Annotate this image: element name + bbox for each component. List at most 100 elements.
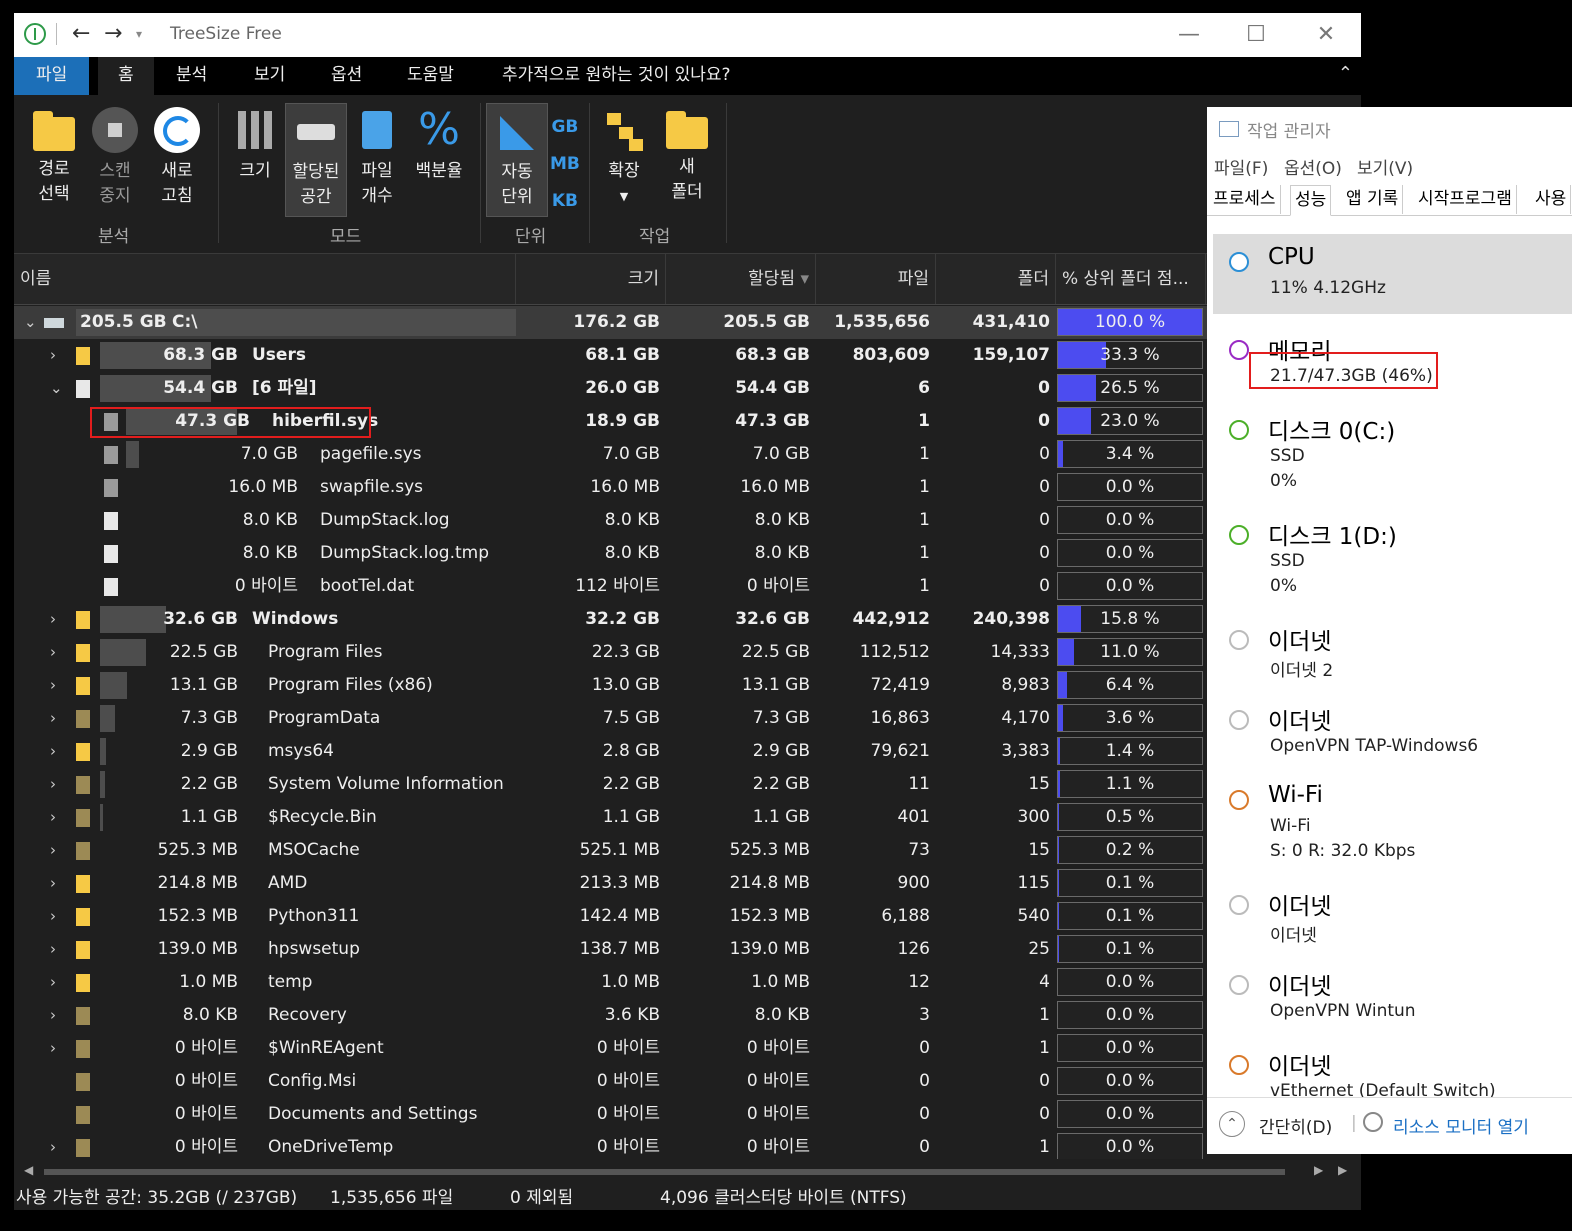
percent-button[interactable]: % 백분율 xyxy=(410,103,468,184)
tab-home[interactable]: 홈 xyxy=(98,57,154,95)
expand-chevron-icon[interactable]: › xyxy=(50,801,56,834)
table-row[interactable]: 16.0 MB swapfile.sys 16.0 MB 16.0 MB 1 0 0.0 % xyxy=(14,471,1361,504)
table-row[interactable]: › 8.0 KB Recovery 3.6 KB 8.0 KB 3 1 0.0 % xyxy=(14,999,1361,1032)
perf-item[interactable]: 이더넷 OpenVPN Wintun xyxy=(1213,957,1572,1033)
perf-item[interactable]: 디스크 0(C:) SSD 0% xyxy=(1213,402,1572,502)
table-row[interactable]: › 2.9 GB msys64 2.8 GB 2.9 GB 79,621 3,383 1.4 … xyxy=(14,735,1361,768)
table-row[interactable]: › 7.3 GB ProgramData 7.5 GB 7.3 GB 16,863 4,17… xyxy=(14,702,1361,735)
collapse-chevron-icon[interactable]: ⌄ xyxy=(50,372,63,405)
expand-chevron-icon[interactable]: › xyxy=(50,702,56,735)
column-name[interactable]: 이름 xyxy=(14,254,516,304)
table-row[interactable]: › 2.2 GB System Volume Information 2.2 GB 2.… xyxy=(14,768,1361,801)
expand-chevron-icon[interactable]: › xyxy=(50,867,56,900)
table-row[interactable]: 8.0 KB DumpStack.log 8.0 KB 8.0 KB 1 0 0.0 % xyxy=(14,504,1361,537)
stop-scan-button[interactable]: 스캔 중지 xyxy=(90,103,140,209)
perf-item[interactable]: 이더넷 이더넷 xyxy=(1213,877,1572,953)
perf-item[interactable]: 디스크 1(D:) SSD 0% xyxy=(1213,507,1572,607)
horizontal-scrollbar[interactable]: ◀ ▶ ▶ xyxy=(14,1161,1361,1183)
scroll-right-icon[interactable]: ▶ xyxy=(1314,1163,1323,1177)
perf-item[interactable]: Wi-Fi Wi-Fi S: 0 R: 32.0 Kbps xyxy=(1213,772,1572,872)
expand-chevron-icon[interactable]: › xyxy=(50,1032,56,1065)
auto-unit-button[interactable]: 자동 단위 xyxy=(486,103,548,217)
table-row[interactable]: ⌄ 54.4 GB [6 파일] 26.0 GB 54.4 GB 6 0 26.5 % xyxy=(14,372,1361,405)
column-allocated[interactable]: 할당됨 ▾ xyxy=(666,254,816,304)
collapse-chevron-icon[interactable]: ⌄ xyxy=(24,306,37,339)
size-mode-button[interactable]: 크기 xyxy=(230,103,280,184)
table-row[interactable]: › 0 바이트 $WinREAgent 0 바이트 0 바이트 0 1 0.0 % xyxy=(14,1032,1361,1065)
scroll-thumb[interactable] xyxy=(44,1169,1285,1175)
scroll-right-end-icon[interactable]: ▶ xyxy=(1338,1163,1347,1177)
unit-kb-button[interactable]: KB xyxy=(550,183,580,220)
expand-dropdown-icon[interactable]: ▼ xyxy=(599,184,649,209)
file-count-button[interactable]: 파일 개수 xyxy=(352,103,402,209)
allocated-space-button[interactable]: 할당된 공간 xyxy=(285,103,347,217)
collapse-ribbon-icon[interactable]: ⌃ xyxy=(1338,63,1353,84)
expand-chevron-icon[interactable]: › xyxy=(50,900,56,933)
expand-button[interactable]: 확장 ▼ xyxy=(599,103,649,209)
tm-menu-file[interactable]: 파일(F) xyxy=(1214,154,1268,179)
column-folders[interactable]: 폴더 xyxy=(936,254,1056,304)
unit-mb-button[interactable]: MB xyxy=(550,146,580,183)
tab-performance[interactable]: 성능 xyxy=(1290,185,1332,216)
column-percent[interactable]: % 상위 폴더 점... xyxy=(1056,254,1206,304)
open-resource-monitor-link[interactable]: 리소스 모니터 열기 xyxy=(1393,1113,1529,1138)
table-row[interactable]: › 214.8 MB AMD 213.3 MB 214.8 MB 900 115 0.1 % xyxy=(14,867,1361,900)
expand-chevron-icon[interactable]: › xyxy=(50,636,56,669)
tab-app-history[interactable]: 앱 기록 xyxy=(1342,185,1404,214)
column-size[interactable]: 크기 xyxy=(516,254,666,304)
expand-chevron-icon[interactable]: › xyxy=(50,603,56,636)
expand-chevron-icon[interactable]: › xyxy=(50,933,56,966)
table-row[interactable]: › 22.5 GB Program Files 22.3 GB 22.5 GB 112,5… xyxy=(14,636,1361,669)
table-row[interactable]: › 152.3 MB Python311 142.4 MB 152.3 MB 6,188 5… xyxy=(14,900,1361,933)
collapse-up-icon[interactable]: ⌃ xyxy=(1219,1111,1245,1137)
close-button[interactable]: ✕ xyxy=(1306,17,1346,53)
forward-arrow-icon[interactable]: → xyxy=(104,21,122,46)
unit-gb-button[interactable]: GB xyxy=(550,109,580,146)
new-folder-button[interactable]: 새 폴더 xyxy=(662,103,712,205)
expand-chevron-icon[interactable]: › xyxy=(50,999,56,1032)
table-row[interactable]: 0 바이트 Documents and Settings 0 바이트 0 바이트 0 0 0… xyxy=(14,1098,1361,1131)
minimize-button[interactable]: — xyxy=(1169,17,1209,53)
back-arrow-icon[interactable]: ← xyxy=(72,21,90,46)
tell-me-search[interactable]: 추가적으로 원하는 것이 있나요? xyxy=(502,57,731,95)
table-row[interactable]: › 1.0 MB temp 1.0 MB 1.0 MB 12 4 0.0 % xyxy=(14,966,1361,999)
perf-item[interactable]: 이더넷 OpenVPN TAP-Windows6 xyxy=(1213,692,1572,768)
tm-menu-options[interactable]: 옵션(O) xyxy=(1284,154,1342,179)
table-row[interactable]: 0 바이트 bootTel.dat 112 바이트 0 바이트 1 0 0.0 % xyxy=(14,570,1361,603)
tab-help[interactable]: 도움말 xyxy=(407,57,454,95)
tab-analyze[interactable]: 분석 xyxy=(176,57,207,95)
tab-view[interactable]: 보기 xyxy=(254,57,285,95)
table-row[interactable]: › 139.0 MB hpswsetup 138.7 MB 139.0 MB 126 25 0… xyxy=(14,933,1361,966)
tab-startup[interactable]: 시작프로그램 xyxy=(1414,185,1517,214)
table-row[interactable]: 7.0 GB pagefile.sys 7.0 GB 7.0 GB 1 0 3.4 % xyxy=(14,438,1361,471)
table-row[interactable]: › 32.6 GB Windows 32.2 GB 32.6 GB 442,912 240,… xyxy=(14,603,1361,636)
table-row[interactable]: › 1.1 GB $Recycle.Bin 1.1 GB 1.1 GB 401 300 0.5… xyxy=(14,801,1361,834)
tab-file[interactable]: 파일 xyxy=(14,57,90,95)
tab-users[interactable]: 사용 xyxy=(1531,185,1572,214)
perf-item[interactable]: CPU 11% 4.12GHz xyxy=(1213,234,1572,314)
scroll-left-icon[interactable]: ◀ xyxy=(24,1163,33,1177)
expand-chevron-icon[interactable]: › xyxy=(50,669,56,702)
refresh-button[interactable]: 새로 고침 xyxy=(152,103,202,209)
expand-chevron-icon[interactable]: › xyxy=(50,1131,56,1159)
table-row[interactable]: › 0 바이트 OneDriveTemp 0 바이트 0 바이트 0 1 0.0 % xyxy=(14,1131,1361,1159)
expand-chevron-icon[interactable]: › xyxy=(50,339,56,372)
table-row[interactable]: › 13.1 GB Program Files (x86) 13.0 GB 13.1 G… xyxy=(14,669,1361,702)
fewer-details-link[interactable]: 간단히(D) xyxy=(1259,1113,1332,1138)
expand-chevron-icon[interactable]: › xyxy=(50,768,56,801)
tm-menu-view[interactable]: 보기(V) xyxy=(1357,154,1413,179)
expand-chevron-icon[interactable]: › xyxy=(50,966,56,999)
table-row[interactable]: › 68.3 GB Users 68.1 GB 68.3 GB 803,609 159,10… xyxy=(14,339,1361,372)
select-path-button[interactable]: 경로 선택 xyxy=(28,103,80,207)
perf-item[interactable]: 이더넷 이더넷 2 xyxy=(1213,612,1572,688)
table-row[interactable]: 8.0 KB DumpStack.log.tmp 8.0 KB 8.0 KB 1 0 0.0… xyxy=(14,537,1361,570)
tab-processes[interactable]: 프로세스 xyxy=(1209,185,1281,214)
maximize-button[interactable]: ☐ xyxy=(1236,17,1276,53)
table-row[interactable]: ⌄ 205.5 GB C:\ 176.2 GB 205.5 GB 1,535,656 431… xyxy=(14,306,1361,339)
table-row[interactable]: 0 바이트 Config.Msi 0 바이트 0 바이트 0 0 0.0 % xyxy=(14,1065,1361,1098)
quick-access-dropdown-icon[interactable]: ▾ xyxy=(136,27,142,41)
expand-chevron-icon[interactable]: › xyxy=(50,834,56,867)
table-row[interactable]: › 525.3 MB MSOCache 525.1 MB 525.3 MB 73 15 0.2… xyxy=(14,834,1361,867)
expand-chevron-icon[interactable]: › xyxy=(50,735,56,768)
column-files[interactable]: 파일 xyxy=(816,254,936,304)
